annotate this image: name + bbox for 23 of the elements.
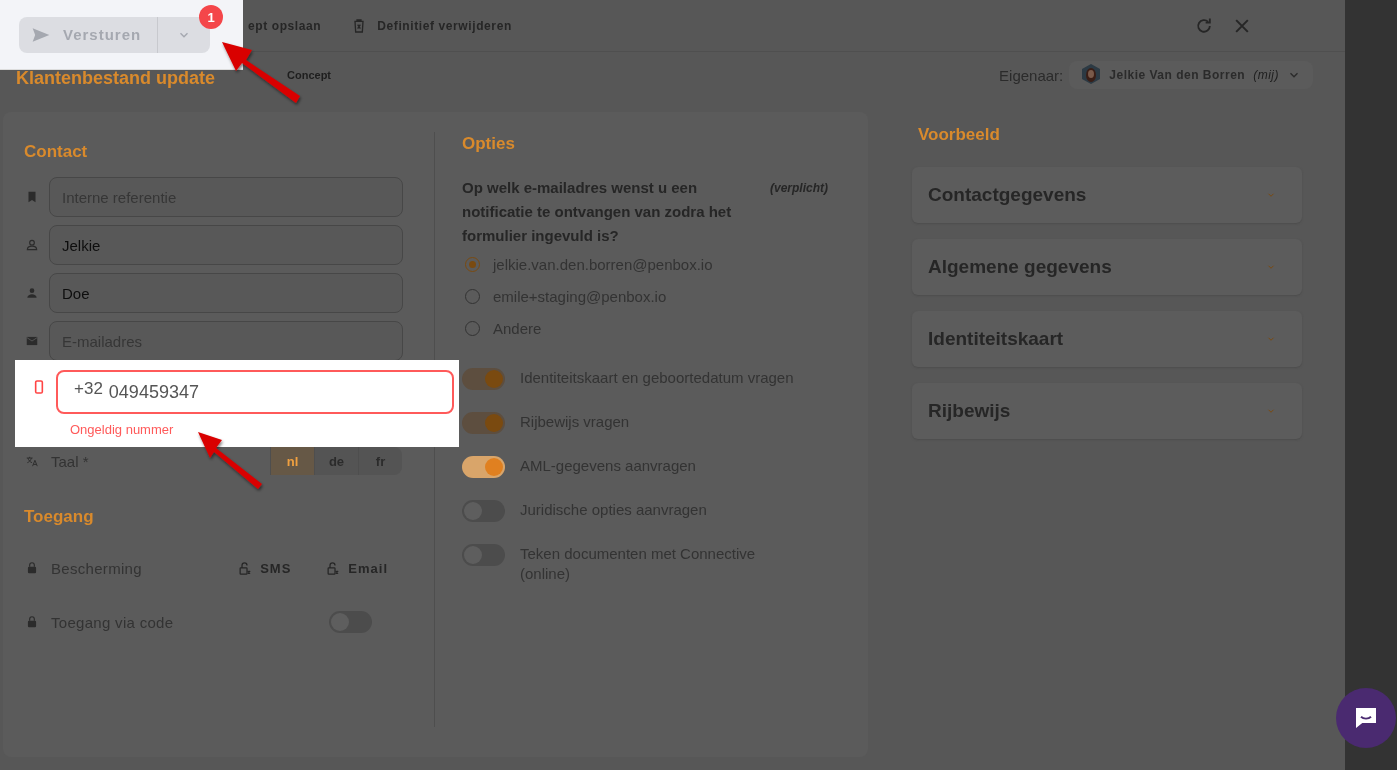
toggle-switch[interactable] [462,412,505,434]
error-message: Ongeldig nummer [69,421,175,439]
language-option[interactable]: nl [270,447,314,475]
section-heading: Voorbeeld [918,125,1001,146]
avatar-icon [1081,63,1102,87]
section-heading: Contact [24,142,89,163]
lock-icon [325,560,341,576]
input-field[interactable]: Jelkie [49,225,403,265]
section-heading: Toegang [24,507,95,528]
lock-icon [25,615,39,629]
person-icon [25,286,39,300]
mail-icon [25,334,39,348]
toggle-switch[interactable] [462,456,505,478]
form-title: Klantenbestand update [16,67,216,89]
input-field[interactable]: Doe [49,273,403,313]
lock-icon [237,560,253,576]
toggle-switch[interactable] [462,368,505,390]
status-label: Concept [287,69,332,81]
lock-icon [25,561,39,575]
person-outline-icon [25,238,39,252]
section-heading: Opties [462,134,516,155]
arrow [198,432,262,489]
phone-field[interactable]: +32 049459347 [56,370,454,414]
